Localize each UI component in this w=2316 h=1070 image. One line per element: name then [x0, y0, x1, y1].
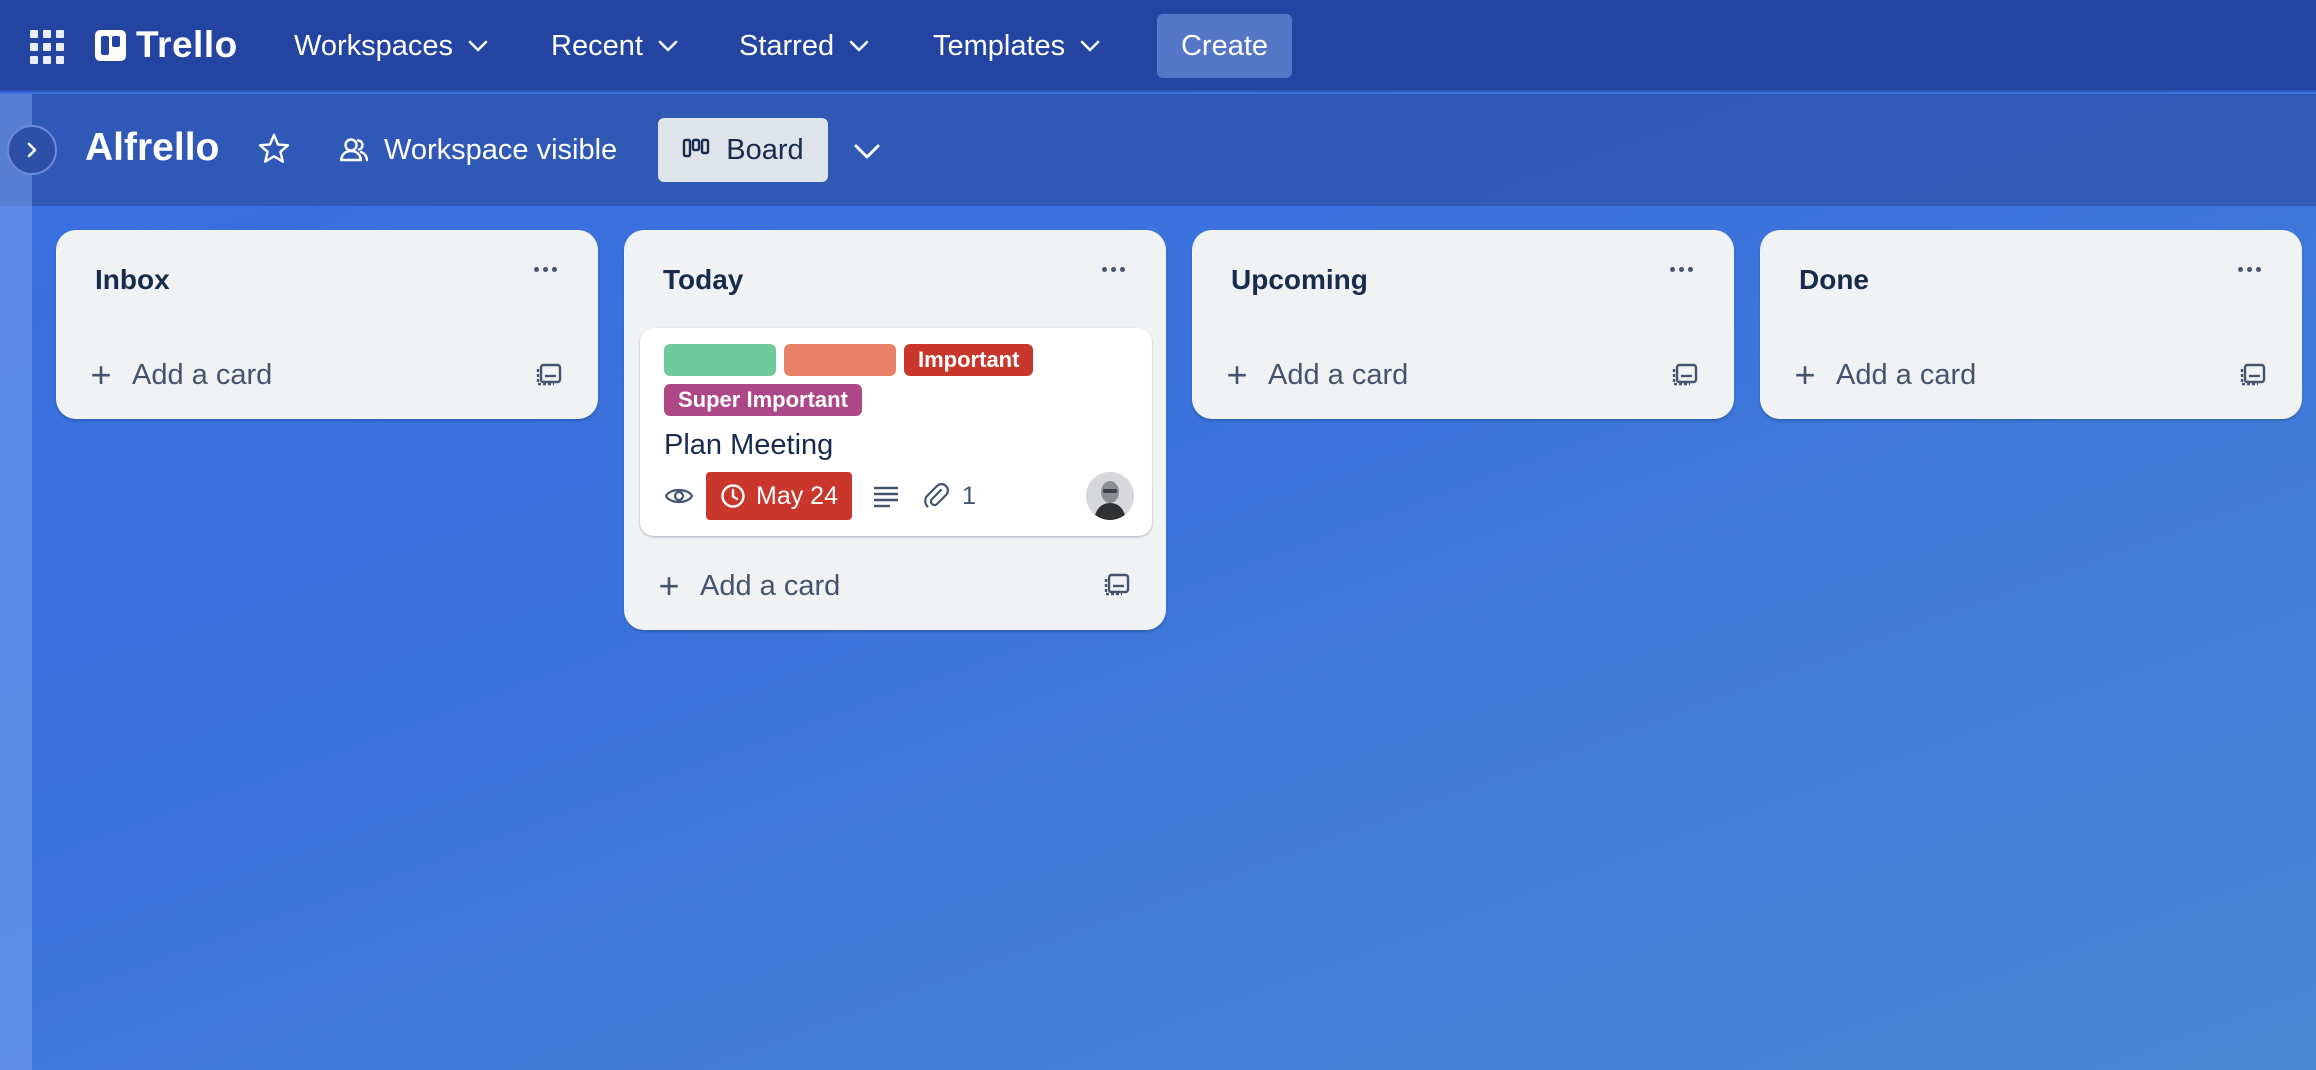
- list-title[interactable]: Today: [663, 264, 743, 296]
- card-template-icon[interactable]: [1104, 570, 1132, 598]
- add-card-label: Add a card: [1836, 358, 1977, 391]
- card-template-icon[interactable]: [1672, 360, 1700, 388]
- card-label-orange[interactable]: [784, 344, 896, 376]
- recent-menu[interactable]: Recent: [551, 18, 679, 74]
- description-icon: [873, 486, 898, 508]
- workspace-visibility-label: Workspace visible: [384, 133, 618, 166]
- chevron-down-icon: [1080, 40, 1100, 52]
- top-navigation-bar: Trello Workspaces Recent Starred Templat…: [0, 0, 2316, 92]
- list-title[interactable]: Inbox: [95, 264, 170, 296]
- trello-logo[interactable]: Trello: [95, 22, 238, 68]
- logo-text: Trello: [136, 24, 238, 65]
- people-icon: [339, 138, 369, 162]
- add-card-button[interactable]: + Add a card: [88, 352, 272, 398]
- list-inbox: Inbox + Add a card: [56, 230, 598, 419]
- due-date-badge[interactable]: May 24: [706, 472, 852, 520]
- chevron-down-icon: [468, 40, 488, 52]
- plus-icon: +: [90, 354, 112, 395]
- chevron-down-icon: [849, 40, 869, 52]
- card-label-important[interactable]: Important: [904, 344, 1034, 376]
- clock-icon: [721, 484, 745, 508]
- plus-icon: +: [1226, 354, 1248, 395]
- sidebar-rail: [0, 94, 32, 1070]
- board-view-label: Board: [726, 133, 804, 166]
- list-title[interactable]: Done: [1799, 264, 1869, 296]
- add-card-button[interactable]: + Add a card: [1224, 352, 1408, 398]
- list-menu-icon[interactable]: [2238, 264, 2268, 274]
- board-icon: [683, 138, 710, 158]
- card-label-super-important[interactable]: Super Important: [664, 384, 862, 416]
- recent-label: Recent: [551, 29, 643, 62]
- add-card-label: Add a card: [1268, 358, 1409, 391]
- paperclip-icon: [924, 483, 949, 508]
- card-template-icon[interactable]: [536, 360, 564, 388]
- list-menu-icon[interactable]: [1102, 264, 1132, 274]
- plus-icon: +: [1794, 354, 1816, 395]
- app-switcher-icon[interactable]: [30, 30, 64, 64]
- templates-label: Templates: [933, 29, 1066, 62]
- board-title[interactable]: Alfrello: [85, 126, 219, 170]
- create-button[interactable]: Create: [1157, 14, 1292, 78]
- workspaces-menu[interactable]: Workspaces: [294, 18, 489, 74]
- chevron-right-icon: [27, 142, 37, 158]
- add-card-label: Add a card: [700, 569, 841, 602]
- starred-menu[interactable]: Starred: [739, 18, 870, 74]
- list-title[interactable]: Upcoming: [1231, 264, 1368, 296]
- avatar-image: [1086, 472, 1134, 520]
- add-card-label: Add a card: [132, 358, 273, 391]
- star-icon[interactable]: [256, 131, 292, 167]
- starred-label: Starred: [739, 29, 835, 62]
- card-badges: May 24 1: [664, 472, 976, 520]
- list-menu-icon[interactable]: [1670, 264, 1700, 274]
- list-done: Done + Add a card: [1760, 230, 2302, 419]
- card-title: Plan Meeting: [664, 429, 834, 461]
- card-label-green[interactable]: [664, 344, 776, 376]
- board-view-button[interactable]: Board: [658, 118, 828, 182]
- expand-sidebar-button[interactable]: [7, 125, 57, 175]
- plus-icon: +: [658, 565, 680, 606]
- due-date-text: May 24: [756, 481, 838, 510]
- attachment-count: 1: [961, 481, 976, 510]
- card-plan-meeting[interactable]: Important Super Important Plan Meeting M…: [640, 328, 1152, 536]
- templates-menu[interactable]: Templates: [933, 18, 1101, 74]
- add-card-button[interactable]: + Add a card: [656, 563, 840, 609]
- add-card-button[interactable]: + Add a card: [1792, 352, 1976, 398]
- workspaces-label: Workspaces: [294, 29, 454, 62]
- workspace-visibility-button[interactable]: Workspace visible: [338, 126, 617, 174]
- chevron-down-icon: [658, 40, 678, 52]
- trello-logo-icon: [95, 29, 126, 61]
- eye-watching-icon: [664, 488, 694, 504]
- card-template-icon[interactable]: [2240, 360, 2268, 388]
- list-upcoming: Upcoming + Add a card: [1192, 230, 1734, 419]
- member-avatar[interactable]: [1086, 472, 1134, 520]
- list-menu-icon[interactable]: [534, 264, 564, 274]
- view-switcher-chevron-icon[interactable]: [852, 136, 882, 166]
